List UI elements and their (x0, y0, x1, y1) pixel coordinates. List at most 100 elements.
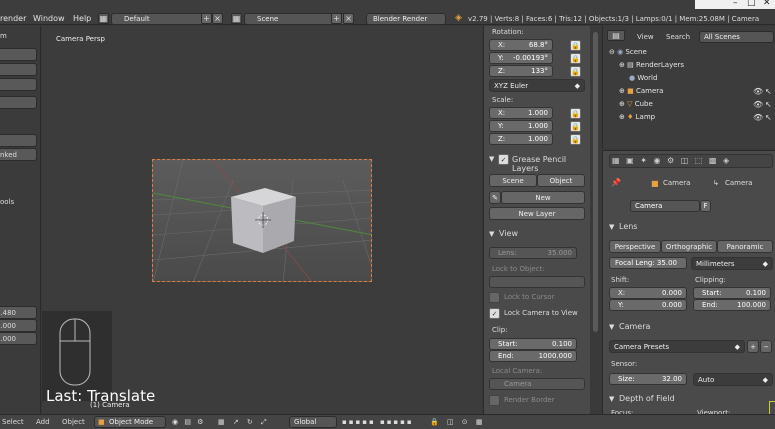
maximize-icon[interactable]: □ (747, 0, 756, 8)
panel-expand-icon[interactable]: ▼ (489, 155, 494, 163)
local-camera-field[interactable]: Camera (489, 378, 585, 390)
breadcrumb-data[interactable]: Camera (725, 179, 752, 187)
panel-expand-icon[interactable]: ▼ (609, 323, 614, 331)
clip-end-field[interactable]: End: 100.000 (693, 299, 771, 311)
lens-tab-panoramic[interactable]: Panoramic (717, 240, 773, 253)
context-tabs[interactable]: ▦ ▣ ✦ ◉ ⚙ ◫ ⬚ ▩ ◈ (609, 154, 773, 168)
rotation-z-field[interactable]: Z: 133° (489, 65, 553, 77)
visibility-icon[interactable]: 👁 (753, 113, 763, 122)
add-layout-button[interactable]: + (201, 13, 212, 24)
collapse-icon[interactable]: ⊖ (609, 48, 615, 56)
clip-start-field[interactable]: Start: 0.100 (489, 338, 577, 350)
layer-buttons[interactable]: ▪▪▪▪▪ ▪▪▪▪▪ (342, 418, 414, 426)
lock-icon[interactable]: 🔒 (570, 134, 581, 145)
lock-camera-checkbox[interactable]: ✓ (489, 308, 500, 319)
close-icon[interactable]: ✕ (763, 0, 771, 8)
gp-tab-object[interactable]: Object (537, 174, 585, 187)
outliner-item-camera[interactable]: ⊕ ■ Camera (619, 85, 663, 98)
outliner-item-cube[interactable]: ⊕ ▽ Cube (619, 98, 653, 111)
3d-viewport[interactable]: Camera Persp Last: Translate (1) Camera (42, 26, 482, 414)
remove-layout-button[interactable]: × (212, 13, 223, 24)
visibility-icon[interactable]: 👁 (753, 100, 763, 109)
select-arrow-icon[interactable]: ↖ (765, 87, 772, 96)
gp-new-button[interactable]: New (501, 191, 585, 204)
lock-icon[interactable]: 🔒 (570, 40, 581, 51)
context-tab-icons[interactable]: ▦ ▣ ✦ ◉ ⚙ ◫ ⬚ ▩ ◈ (612, 156, 731, 165)
add-preset-button[interactable]: + (747, 340, 759, 353)
expand-icon[interactable]: ⊕ (619, 61, 625, 69)
remove-scene-button[interactable]: × (343, 13, 354, 24)
sensor-size-field[interactable]: Size: 32.00 (609, 373, 687, 385)
menu-render[interactable]: render (0, 14, 26, 23)
shelf-button-linked[interactable]: nked (0, 148, 37, 161)
outliner-view-menu[interactable]: View (637, 33, 654, 41)
scene-icon[interactable]: ▦ (231, 13, 242, 24)
viewport-shading-icons[interactable]: ◉ ▤ ⚙ (172, 418, 205, 426)
add-scene-button[interactable]: + (331, 13, 342, 24)
panel-expand-icon[interactable]: ▼ (489, 230, 494, 238)
snap-icons[interactable]: 🔒 ◫ ⊙ ▦ (430, 418, 485, 426)
shelf-button[interactable] (0, 63, 37, 76)
shelf-value-field[interactable]: .000 (0, 332, 37, 345)
scale-x-field[interactable]: X: 1.000 (489, 107, 553, 119)
render-border-checkbox[interactable] (489, 395, 500, 406)
panel-expand-icon[interactable]: ▼ (609, 223, 614, 231)
lens-tab-perspective[interactable]: Perspective (609, 240, 661, 253)
mode-select[interactable]: ■ Object Mode (94, 416, 166, 428)
remove-preset-button[interactable]: − (760, 340, 772, 353)
lock-icon[interactable]: 🔒 (570, 121, 581, 132)
outliner-search-menu[interactable]: Search (666, 33, 690, 41)
scale-y-field[interactable]: Y: 1.000 (489, 120, 553, 132)
menu-add[interactable]: Add (36, 418, 50, 426)
outliner-item-renderlayers[interactable]: ⊕ ▤ RenderLayers (619, 59, 684, 72)
shelf-button[interactable] (0, 48, 37, 61)
select-arrow-icon[interactable]: ↖ (765, 100, 772, 109)
screen-layout-icon[interactable]: ▦ (98, 13, 109, 24)
expand-icon[interactable]: ⊕ (619, 113, 625, 121)
rotation-y-field[interactable]: Y: -0.00193° (489, 52, 553, 64)
lock-icon[interactable]: 🔒 (570, 53, 581, 64)
minimize-icon[interactable]: – (733, 0, 738, 8)
expand-icon[interactable]: ⊕ (619, 100, 625, 108)
scale-z-field[interactable]: Z: 1.000 (489, 133, 553, 145)
camera-frame[interactable] (152, 159, 372, 282)
breadcrumb-object[interactable]: Camera (663, 179, 690, 187)
visibility-icon[interactable]: 👁 (753, 87, 763, 96)
shift-x-field[interactable]: X: 0.000 (609, 287, 687, 299)
expand-icon[interactable]: ⊕ (619, 87, 625, 95)
lock-cursor-checkbox[interactable] (489, 292, 500, 303)
region-scrollbar[interactable] (591, 26, 601, 414)
rotation-mode-select[interactable]: XYZ Euler ◆ (489, 79, 585, 92)
pin-icon[interactable]: 📌 (611, 178, 621, 187)
gp-new-layer-button[interactable]: New Layer (489, 207, 585, 220)
scrollbar-thumb[interactable] (593, 32, 598, 332)
clip-start-field[interactable]: Start: 0.100 (693, 287, 771, 299)
shelf-button[interactable] (0, 134, 37, 147)
outliner-item-world[interactable]: ● World (629, 72, 657, 85)
fake-user-button[interactable]: F (700, 200, 711, 212)
clip-end-field[interactable]: End: 1000.000 (489, 350, 577, 362)
shelf-value-field[interactable]: .000 (0, 319, 37, 332)
shift-y-field[interactable]: Y: 0.000 (609, 299, 687, 311)
camera-presets-select[interactable]: Camera Presets ◆ (609, 340, 745, 353)
menu-window[interactable]: Window (33, 14, 65, 23)
lens-field[interactable]: Lens: 35.000 (489, 247, 577, 259)
menu-help[interactable]: Help (73, 14, 91, 23)
outliner-filter-select[interactable]: All Scenes (699, 31, 774, 43)
lock-icon[interactable]: 🔒 (570, 108, 581, 119)
outliner-item-scene[interactable]: ⊖ ◉ Scene (609, 46, 647, 59)
rotation-x-field[interactable]: X: 68.8° (489, 39, 553, 51)
panel-expand-icon[interactable]: ▼ (609, 395, 614, 403)
editor-type-icon[interactable]: ▤ (607, 30, 625, 41)
render-engine-select[interactable]: Blender Render (366, 13, 446, 25)
camera-datablock-field[interactable]: Camera (630, 200, 700, 212)
shelf-button[interactable] (0, 78, 37, 91)
sensor-fit-select[interactable]: Auto ◆ (693, 373, 773, 386)
pencil-icon[interactable]: ✎ (489, 191, 501, 204)
focal-length-field[interactable]: Focal Leng: 35.00 (609, 257, 687, 269)
grease-pencil-checkbox[interactable]: ✓ (498, 154, 509, 165)
shelf-value-field[interactable]: .480 (0, 306, 37, 319)
menu-select[interactable]: Select (2, 418, 24, 426)
gp-tab-scene[interactable]: Scene (489, 174, 537, 187)
lens-unit-select[interactable]: Millimeters ◆ (691, 257, 773, 270)
